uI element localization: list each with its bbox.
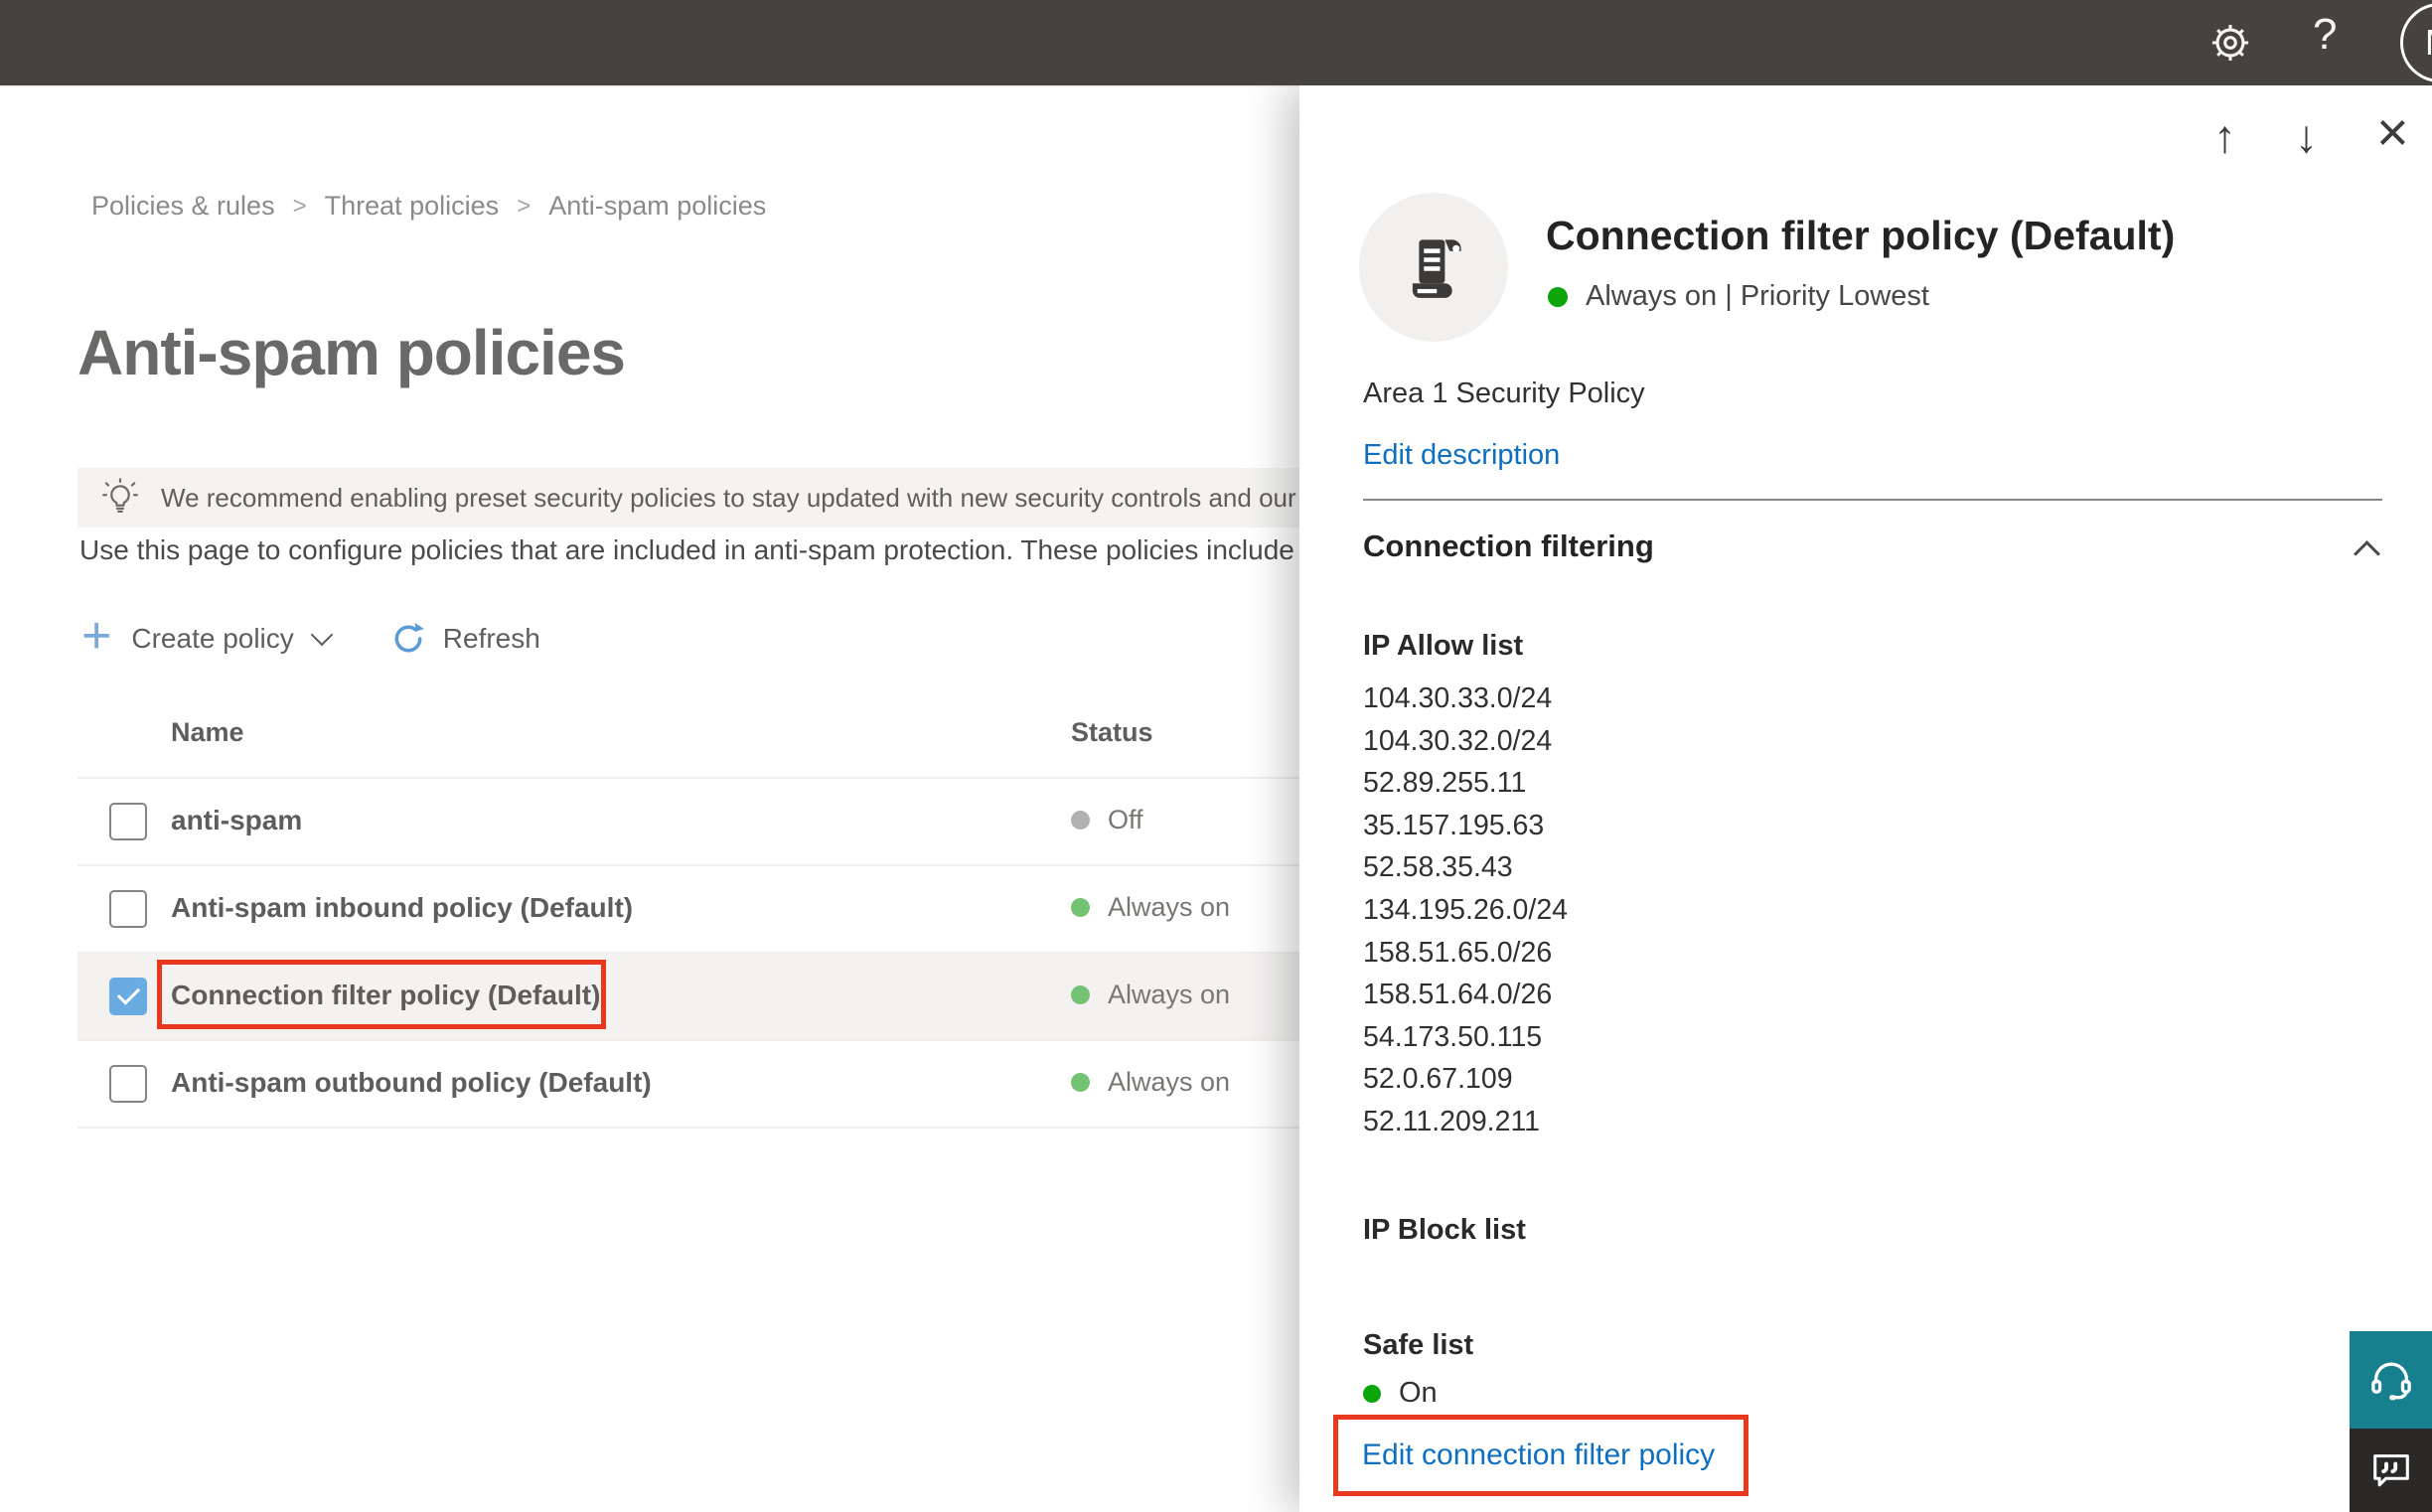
ip-entry: 134.195.26.0/24 <box>1363 893 1569 926</box>
status-dot-on <box>1071 898 1090 917</box>
close-icon[interactable]: × <box>2376 99 2409 164</box>
plus-icon: + <box>81 607 112 665</box>
policy-details-flyout: ↑ ↓ × Connection filter policy (Default)… <box>1299 85 2432 1512</box>
row-checkbox[interactable] <box>109 890 147 928</box>
status-dot-off <box>1071 811 1090 830</box>
status-dot-on <box>1071 985 1090 1004</box>
ip-entry: 104.30.32.0/24 <box>1363 724 1553 757</box>
annotation-highlight-box: Edit connection filter policy <box>1333 1415 1748 1496</box>
ip-block-list-label: IP Block list <box>1363 1214 1526 1246</box>
support-button[interactable] <box>2350 1331 2432 1429</box>
refresh-label: Refresh <box>442 623 540 654</box>
breadcrumb-separator-icon: > <box>292 192 307 220</box>
app-root: ? M Policies & rules > Threat policies >… <box>0 0 2432 1512</box>
policy-name: Connection filter policy (Default) <box>171 980 601 1010</box>
feedback-chat-button[interactable] <box>2350 1429 2432 1512</box>
breadcrumb-anti-spam-policies: Anti-spam policies <box>548 191 767 221</box>
ip-allow-list: 104.30.33.0/24 104.30.32.0/24 52.89.255.… <box>1363 678 1568 1143</box>
row-checkbox[interactable] <box>109 803 147 840</box>
ip-entry: 54.173.50.115 <box>1363 1020 1543 1053</box>
ip-entry: 52.0.67.109 <box>1363 1063 1513 1096</box>
create-policy-button[interactable]: + Create policy <box>81 610 334 662</box>
policy-name: anti-spam <box>171 805 303 835</box>
policy-status: Always on <box>1071 1067 1230 1098</box>
safe-list-label: Safe list <box>1363 1329 1474 1361</box>
chat-bubble-icon <box>2372 1454 2409 1487</box>
section-divider <box>1363 499 2382 501</box>
help-icon[interactable]: ? <box>2313 10 2337 60</box>
row-checkbox[interactable] <box>109 1065 147 1103</box>
settings-gear-icon[interactable] <box>2207 20 2253 71</box>
ip-entry: 52.89.255.11 <box>1363 767 1527 800</box>
safe-list-status: On <box>1363 1377 1438 1410</box>
flyout-title: Connection filter policy (Default) <box>1546 213 2176 258</box>
column-header-status[interactable]: Status <box>1071 717 1153 748</box>
lightbulb-icon <box>99 475 141 522</box>
ip-entry: 158.51.64.0/26 <box>1363 979 1553 1011</box>
page-description: Use this page to configure policies that… <box>79 534 1294 565</box>
ip-entry: 104.30.33.0/24 <box>1363 682 1553 714</box>
row-checkbox-checked[interactable] <box>109 978 147 1015</box>
status-dot-on <box>1071 1073 1090 1092</box>
breadcrumb-threat-policies[interactable]: Threat policies <box>325 191 500 222</box>
edit-description-link[interactable]: Edit description <box>1363 439 1560 472</box>
policy-name: Anti-spam inbound policy (Default) <box>171 892 634 923</box>
policy-status: Always on <box>1071 980 1230 1010</box>
section-connection-filtering[interactable]: Connection filtering <box>1363 529 2382 578</box>
page-title: Anti-spam policies <box>77 317 626 388</box>
flyout-nav: ↑ ↓ × <box>1299 85 2432 185</box>
breadcrumb: Policies & rules > Threat policies > Ant… <box>91 191 766 222</box>
policy-status: Always on <box>1071 892 1230 923</box>
policy-description: Area 1 Security Policy <box>1363 378 1645 409</box>
ip-entry: 35.157.195.63 <box>1363 809 1545 841</box>
policy-status: Off <box>1071 805 1143 835</box>
headset-icon <box>2370 1362 2411 1401</box>
create-policy-label: Create policy <box>131 623 294 654</box>
previous-item-arrow-icon[interactable]: ↑ <box>2213 109 2236 163</box>
status-dot-on <box>1363 1384 1381 1403</box>
section-title: Connection filtering <box>1363 529 1654 563</box>
scroll-icon <box>1412 239 1461 298</box>
breadcrumb-policies-rules[interactable]: Policies & rules <box>91 191 275 222</box>
chevron-down-icon <box>310 623 334 647</box>
top-bar: ? M <box>0 0 2432 85</box>
ip-entry: 52.11.209.211 <box>1363 1105 1541 1137</box>
edit-connection-filter-policy-link[interactable]: Edit connection filter policy <box>1362 1438 1715 1472</box>
refresh-icon <box>394 623 424 653</box>
ip-allow-list-label: IP Allow list <box>1363 630 1524 662</box>
ip-entry: 158.51.65.0/26 <box>1363 936 1553 969</box>
toolbar: + Create policy Refresh <box>81 608 540 670</box>
next-item-arrow-icon[interactable]: ↓ <box>2295 109 2318 163</box>
policy-name: Anti-spam outbound policy (Default) <box>171 1067 652 1098</box>
chevron-up-icon <box>2354 540 2380 567</box>
breadcrumb-separator-icon: > <box>517 192 532 220</box>
refresh-button[interactable]: Refresh <box>389 620 540 658</box>
account-avatar[interactable]: M <box>2400 3 2432 82</box>
flyout-status-line: Always on | Priority Lowest <box>1548 280 1929 313</box>
ip-entry: 52.58.35.43 <box>1363 851 1513 884</box>
policy-icon-badge <box>1359 193 1508 342</box>
status-dot-on <box>1548 286 1568 307</box>
column-header-name[interactable]: Name <box>171 717 244 748</box>
